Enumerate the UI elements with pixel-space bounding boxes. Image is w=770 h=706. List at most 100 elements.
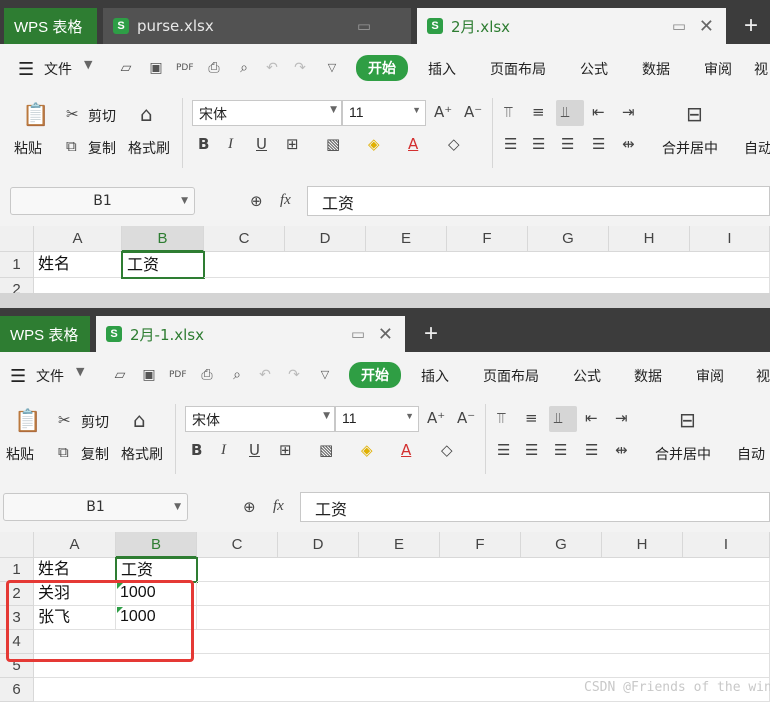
column-header[interactable]: D <box>278 532 359 558</box>
pin-icon[interactable]: ▭ <box>351 325 365 343</box>
menu-view[interactable]: 视 <box>754 59 768 79</box>
menu-home[interactable]: 开始 <box>349 362 401 388</box>
pdf-icon[interactable]: PDF <box>169 367 187 383</box>
menu-file[interactable]: 文件 <box>44 59 72 79</box>
menu-formulas[interactable]: 公式 <box>573 366 601 386</box>
borders-icon[interactable]: ⊞ <box>286 134 299 154</box>
format-painter-button[interactable]: 格式刷 <box>121 444 163 464</box>
menu-data[interactable]: 数据 <box>634 366 662 386</box>
format-painter-button[interactable]: 格式刷 <box>128 138 170 158</box>
decrease-font-icon[interactable]: A⁻ <box>464 102 482 122</box>
font-name-select[interactable]: 宋体 ▼ <box>192 100 342 126</box>
cell-row-2-empty[interactable] <box>197 582 770 606</box>
copy-button[interactable]: 复制 <box>88 138 116 158</box>
cell-row-3-empty[interactable] <box>197 606 770 630</box>
column-header[interactable]: C <box>197 532 278 558</box>
increase-font-icon[interactable]: A⁺ <box>427 408 445 428</box>
menu-view[interactable]: 视 <box>756 366 770 386</box>
align-top-icon[interactable]: ⫪ <box>497 408 505 428</box>
pin-icon[interactable]: ▭ <box>357 17 371 35</box>
menu-insert[interactable]: 插入 <box>428 59 456 79</box>
menu-home[interactable]: 开始 <box>356 55 408 81</box>
close-icon[interactable]: ✕ <box>378 324 393 345</box>
fill-color-icon[interactable]: ◈ <box>361 440 373 460</box>
underline-icon[interactable]: U <box>249 440 260 460</box>
align-left-icon[interactable]: ☰ <box>504 134 517 154</box>
italic-icon[interactable]: I <box>221 440 226 460</box>
underline-icon[interactable]: U <box>256 134 267 154</box>
pdf-icon[interactable]: PDF <box>176 60 194 76</box>
merge-cells-icon[interactable]: ⊟ <box>679 410 696 430</box>
align-middle-icon[interactable]: ≡ <box>532 102 545 122</box>
font-name-select[interactable]: 宋体 ▼ <box>185 406 335 432</box>
font-size-select[interactable]: 11 ▼ <box>342 100 426 126</box>
font-size-select[interactable]: 11 ▼ <box>335 406 419 432</box>
menu-review[interactable]: 审阅 <box>696 366 724 386</box>
redo-icon[interactable]: ↷ <box>292 60 308 76</box>
fx-icon[interactable]: fx <box>280 190 291 210</box>
new-tab-plus-icon[interactable]: + <box>424 320 438 348</box>
column-header[interactable]: G <box>521 532 602 558</box>
borders-icon[interactable]: ⊞ <box>279 440 292 460</box>
fill-style-icon[interactable]: ▧ <box>326 134 340 154</box>
menu-insert[interactable]: 插入 <box>421 366 449 386</box>
menu-formulas[interactable]: 公式 <box>580 59 608 79</box>
justify-icon[interactable]: ☰ <box>585 440 598 460</box>
menu-file[interactable]: 文件 <box>36 366 64 386</box>
column-header[interactable]: B <box>122 226 204 252</box>
cell-row-2-empty[interactable] <box>34 278 770 293</box>
increase-font-icon[interactable]: A⁺ <box>434 102 452 122</box>
align-middle-icon[interactable]: ≡ <box>525 408 538 428</box>
undo-icon[interactable]: ↶ <box>257 367 273 383</box>
customize-dropdown-icon[interactable]: ▽ <box>317 367 333 383</box>
formula-input[interactable]: 工资 <box>300 492 770 522</box>
menu-page-layout[interactable]: 页面布局 <box>490 59 546 79</box>
indent-decrease-icon[interactable]: ⇤ <box>592 102 605 122</box>
select-all-corner[interactable] <box>0 532 34 558</box>
align-bottom-icon[interactable]: ⫫ <box>554 408 562 428</box>
italic-icon[interactable]: I <box>228 134 233 154</box>
select-all-corner[interactable] <box>0 226 34 252</box>
zoom-function-icon[interactable]: ⊕ <box>243 497 256 517</box>
column-header[interactable]: E <box>366 226 447 252</box>
cell-row-1-empty[interactable] <box>197 558 770 582</box>
copy-icon[interactable]: ⧉ <box>58 442 69 462</box>
menu-review[interactable]: 审阅 <box>704 59 732 79</box>
auto-wrap-button[interactable]: 自动 <box>744 138 770 158</box>
fx-icon[interactable]: fx <box>273 496 284 516</box>
copy-button[interactable]: 复制 <box>81 444 109 464</box>
new-tab-plus-icon[interactable]: + <box>744 12 758 40</box>
font-color-icon[interactable]: A <box>401 440 411 460</box>
paste-button[interactable]: 粘贴 <box>6 444 34 464</box>
distributed-icon[interactable]: ⇹ <box>622 134 635 154</box>
column-header[interactable]: I <box>690 226 770 252</box>
cell-b1[interactable]: 工资 <box>121 251 205 279</box>
name-box[interactable]: B1 ▼ <box>10 187 195 215</box>
merge-cells-icon[interactable]: ⊟ <box>686 104 703 124</box>
chevron-down-icon[interactable]: ▼ <box>84 58 92 71</box>
fill-style-icon[interactable]: ▧ <box>319 440 333 460</box>
align-center-icon[interactable]: ☰ <box>525 440 538 460</box>
distributed-icon[interactable]: ⇹ <box>615 440 628 460</box>
copy-icon[interactable]: ⧉ <box>66 136 77 156</box>
column-header[interactable]: D <box>285 226 366 252</box>
indent-increase-icon[interactable]: ⇥ <box>622 102 635 122</box>
column-header[interactable]: F <box>440 532 521 558</box>
tab-wps-home[interactable]: WPS 表格 <box>0 316 90 352</box>
bold-icon[interactable]: B <box>198 134 209 154</box>
open-folder-icon[interactable]: ▱ <box>112 367 128 383</box>
column-header[interactable]: F <box>447 226 528 252</box>
column-header[interactable]: G <box>528 226 609 252</box>
name-box[interactable]: B1 ▼ <box>3 493 188 521</box>
column-header[interactable]: B <box>116 532 197 558</box>
open-folder-icon[interactable]: ▱ <box>118 60 134 76</box>
fill-color-icon[interactable]: ◈ <box>368 134 380 154</box>
menu-page-layout[interactable]: 页面布局 <box>483 366 539 386</box>
tab-purse[interactable]: S purse.xlsx ▭ <box>103 8 411 44</box>
align-left-icon[interactable]: ☰ <box>497 440 510 460</box>
row-header[interactable]: 1 <box>0 252 34 278</box>
tab-feb-1[interactable]: S 2月-1.xlsx ▭ ✕ <box>96 316 405 352</box>
print-preview-icon[interactable]: ⌕ <box>229 367 245 383</box>
column-header[interactable]: E <box>359 532 440 558</box>
column-header[interactable]: H <box>609 226 690 252</box>
